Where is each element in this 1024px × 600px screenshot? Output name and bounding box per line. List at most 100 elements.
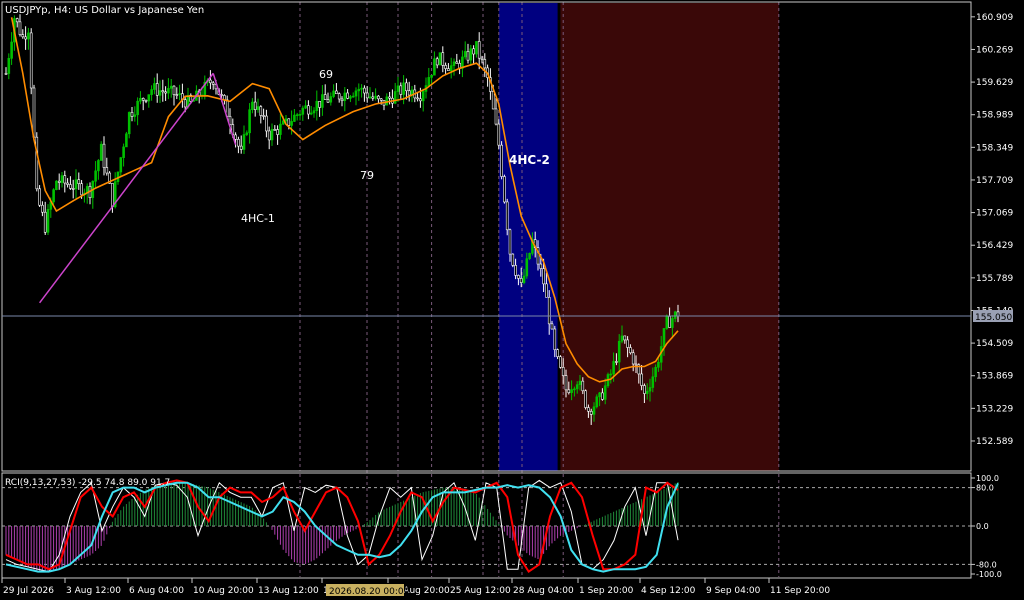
candle-body [287, 118, 291, 126]
candle-body [74, 179, 78, 190]
indicator-tick-label: -80.0 [976, 560, 997, 569]
candle-body [32, 87, 36, 138]
candle-body [323, 94, 327, 100]
candle-body [671, 318, 674, 328]
candle-body [595, 396, 599, 408]
candle-body [304, 105, 307, 109]
candle-body [242, 134, 246, 150]
candle-body [7, 58, 11, 74]
candle-body [371, 96, 375, 99]
price-tick-label: 153.229 [976, 404, 1013, 414]
candle-body [452, 61, 456, 66]
candle-body [321, 94, 324, 108]
candle-body [63, 175, 67, 184]
price-tick-label: 155.789 [976, 274, 1013, 284]
candle-body [491, 91, 495, 110]
candle-body [183, 99, 187, 108]
candle-body [46, 209, 50, 233]
candle-body [164, 91, 167, 94]
time-tick-label: 25 Aug 12:00 [450, 586, 511, 596]
indicator-tick-label: 0.0 [976, 522, 989, 531]
candle-body [405, 82, 408, 92]
candle-body [239, 145, 243, 150]
candle-body [556, 349, 559, 357]
candle-body [601, 392, 604, 400]
candle-body [343, 92, 347, 102]
candle-body [581, 380, 585, 392]
candle-body [284, 118, 288, 122]
candle-body [10, 41, 13, 59]
candle-body [270, 129, 274, 141]
candle-body [545, 283, 548, 298]
candle-body [525, 258, 529, 277]
candle-body [209, 79, 212, 84]
candle-body [18, 21, 22, 35]
candle-body [97, 160, 100, 172]
candle-body [29, 32, 33, 89]
candle-body [609, 373, 613, 376]
price-tick-label: 158.349 [976, 143, 1013, 153]
candle-body [279, 123, 282, 135]
candle-body [483, 59, 487, 69]
time-tick-label: 11 Sep 20:00 [770, 586, 830, 596]
candle-body [379, 98, 383, 101]
candle-body [567, 389, 571, 393]
candle-body [318, 101, 321, 108]
candle-body [15, 18, 19, 23]
candle-body [472, 48, 475, 55]
candle-body [570, 389, 573, 393]
candle-body [553, 328, 557, 350]
indicator-tick-label: -100.0 [976, 570, 1002, 579]
candle-body [267, 130, 271, 141]
candle-body [673, 311, 677, 319]
candle-body [620, 335, 624, 342]
candle-body [657, 361, 660, 368]
time-tick-label: 29 Jul 2026 [3, 586, 54, 596]
candle-body [354, 90, 358, 97]
candle-body [248, 109, 251, 134]
candle-body [105, 167, 109, 174]
candle-body [94, 170, 97, 182]
candle-body [357, 88, 361, 92]
candle-body [522, 275, 526, 283]
candle-body [41, 204, 44, 213]
candle-body [256, 106, 260, 110]
candle-body [102, 143, 106, 168]
chart-canvas[interactable]: 160.909 160.269 159.629 158.989 158.349 157.7… [0, 0, 1024, 600]
candle-body [561, 367, 565, 376]
pattern-label-79: 79 [360, 169, 374, 182]
candle-body [329, 96, 333, 103]
candle-body [332, 90, 335, 97]
indicator-tick-label: 100.0 [976, 474, 999, 483]
candle-body [80, 183, 83, 196]
candle-body [167, 88, 170, 94]
candle-body [511, 253, 515, 266]
candle-body [407, 90, 411, 96]
candle-body [662, 328, 666, 347]
candle-body [147, 94, 151, 102]
candle-body [388, 96, 391, 99]
candle-body [435, 58, 439, 66]
candle-body [449, 65, 453, 71]
candle-body [130, 112, 134, 117]
candle-body [172, 85, 176, 95]
candle-body [71, 188, 75, 190]
price-tag-label: 155.050 [975, 313, 1012, 323]
candle-body [494, 108, 498, 125]
indicator-title: RCI(9,13,27,53) -29.5 74.8 89.0 91.7 [5, 478, 170, 488]
candle-body [528, 253, 531, 259]
chart-title: USDJPYp, H4: US Dollar vs Japanese Yen [5, 5, 204, 16]
candle-body [312, 110, 316, 114]
candle-body [99, 143, 103, 161]
candle-body [623, 335, 627, 341]
candle-body [161, 90, 165, 93]
candle-body [276, 129, 279, 135]
candle-body [514, 265, 517, 276]
candle-body [52, 189, 55, 203]
candle-body [430, 74, 433, 78]
time-tick-label: 13 Aug 12:00 [258, 586, 319, 596]
candle-body [463, 51, 467, 58]
candle-body [119, 157, 123, 173]
candle-body [477, 41, 481, 59]
candle-body [368, 96, 372, 99]
